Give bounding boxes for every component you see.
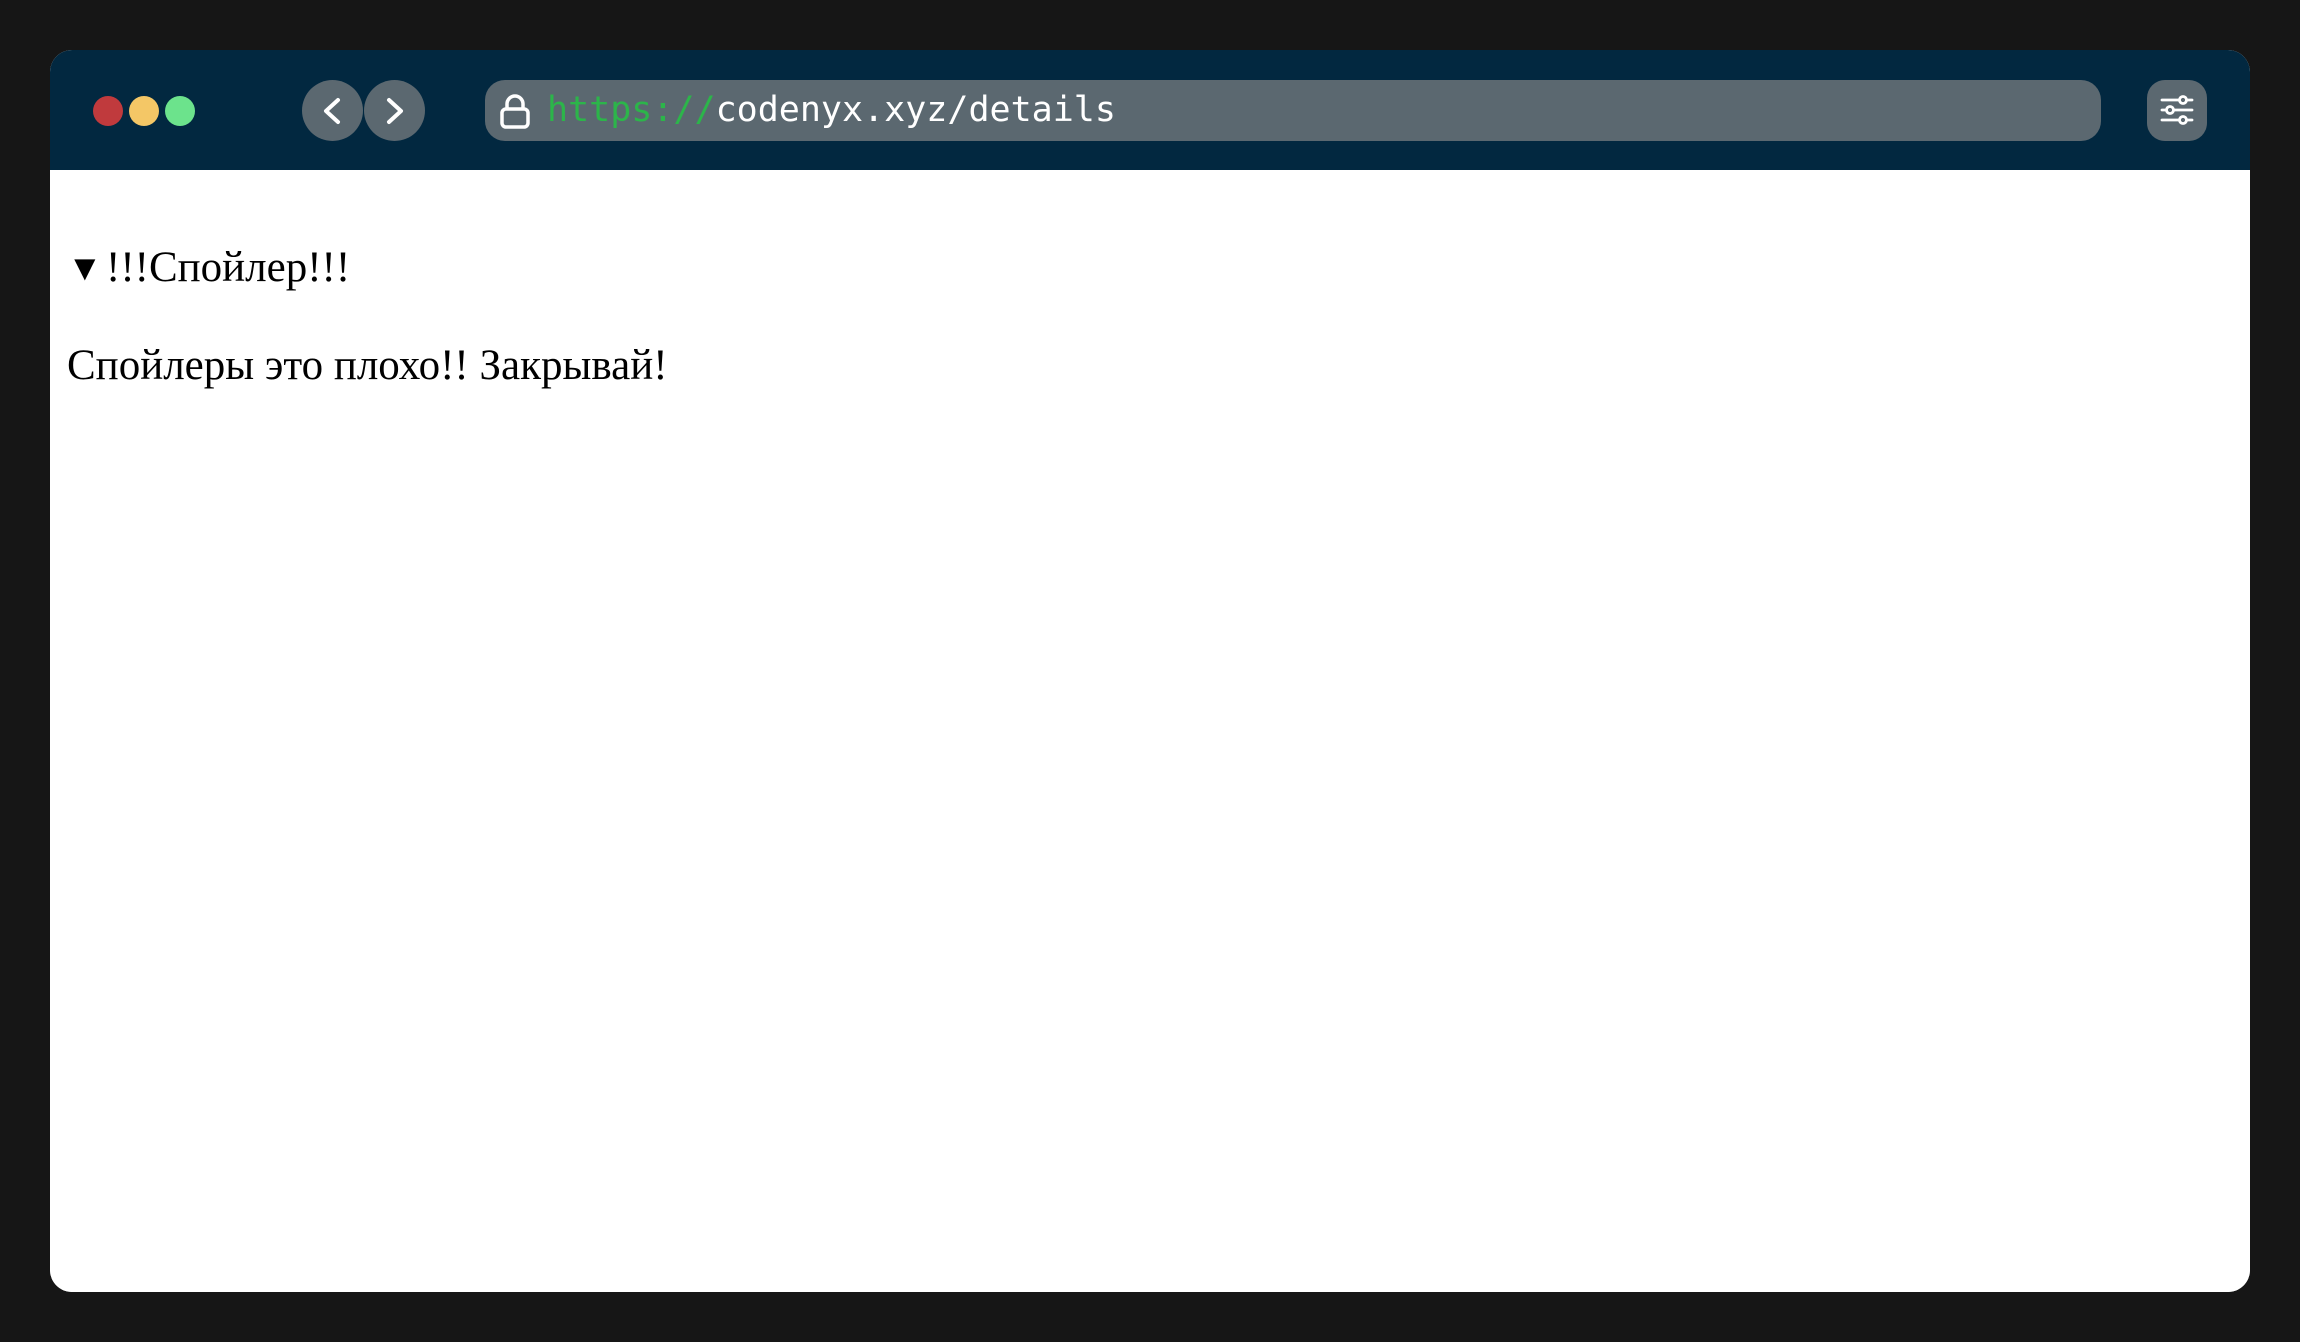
url-host-path: codenyx.xyz/details [715,90,1116,130]
browser-window: https://codenyx.xyz/details ▼!!!Спойлер!… [50,50,2250,1292]
chevron-left-icon [324,98,340,124]
back-button[interactable] [302,80,363,141]
url-text: https://codenyx.xyz/details [547,80,1116,141]
browser-toolbar: https://codenyx.xyz/details [50,50,2250,170]
settings-button[interactable] [2147,80,2207,141]
close-window-button[interactable] [93,96,123,126]
url-scheme: https:// [547,90,716,130]
details-summary[interactable]: ▼!!!Спойлер!!! [67,238,350,298]
disclosure-triangle-icon: ▼ [67,248,103,288]
forward-button[interactable] [364,80,425,141]
address-bar[interactable]: https://codenyx.xyz/details [485,80,2101,141]
maximize-window-button[interactable] [165,96,195,126]
details-summary-label: !!!Спойлер!!! [106,244,351,291]
sliders-icon [2160,95,2194,125]
chevron-right-icon [387,98,403,124]
minimize-window-button[interactable] [129,96,159,126]
details-content: Спойлеры это плохо!! Закрывай! [67,342,668,389]
lock-icon [500,94,530,129]
page-content: ▼!!!Спойлер!!! Спойлеры это плохо!! Закр… [50,170,2250,1292]
